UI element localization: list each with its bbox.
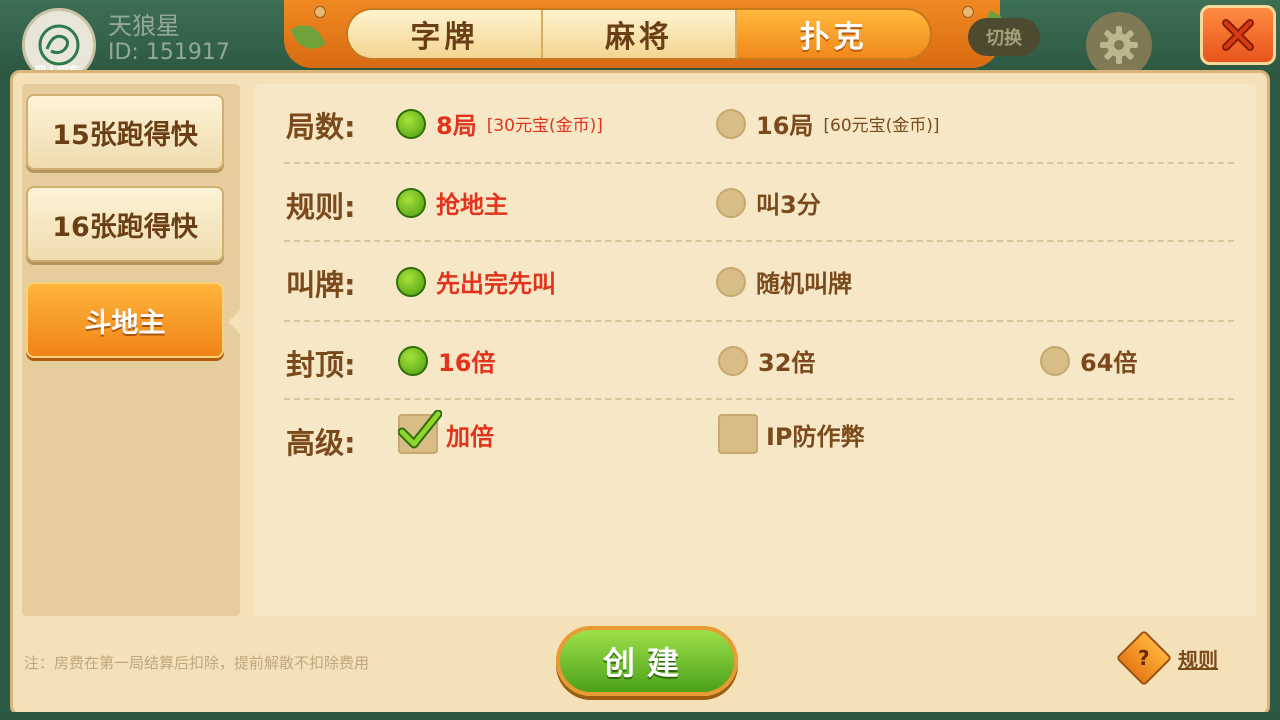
rules-option-jiao3fen[interactable]: 叫3分 [716,185,821,220]
fee-note: 注：房费在第一局结算后扣除，提前解散不扣除费用 [24,654,370,672]
game-type-tabs: 字牌 麻将 扑克 [346,8,932,60]
settings-button[interactable] [1086,12,1152,78]
option-label: 32倍 [758,349,816,377]
radio-selected[interactable] [396,108,426,139]
option-label: 加倍 [446,422,494,451]
gear-icon [1100,26,1138,64]
option-label: 叫3分 [756,191,821,219]
tab-zipai[interactable]: 字牌 [348,10,543,58]
cap-option-64[interactable]: 64倍 [1040,343,1137,378]
user-name: 天狼星 [108,12,180,40]
rules-label: 规则: [286,190,356,224]
call-option-random[interactable]: 随机叫牌 [716,264,852,299]
tab-poker[interactable]: 扑克 [737,10,930,58]
switch-button[interactable]: 切换 [968,18,1040,56]
checkmark-icon [398,410,442,449]
tab-mahjong[interactable]: 麻将 [542,10,738,58]
bolt-icon [962,6,974,18]
option-label: 抢地主 [436,191,508,219]
rounds-label: 局数: [286,110,356,144]
rules-link[interactable]: ? 规则 [1115,629,1218,687]
rounds-option-16[interactable]: 16局 [60元宝(金币)] [716,106,940,141]
row-divider [284,162,1234,164]
row-divider [284,398,1234,400]
create-button[interactable]: 创建 [556,626,738,696]
row-divider [284,320,1234,322]
advanced-option-ip-anticheat[interactable]: IP防作弊 [718,414,865,454]
close-button[interactable] [1200,5,1276,65]
rules-option-qiangdizhu[interactable]: 抢地主 [396,185,508,220]
rules-link-label[interactable]: 规则 [1178,644,1218,673]
user-id: ID: 151917 [108,40,230,65]
option-label: 先出完先叫 [436,270,556,298]
radio-unselected[interactable] [716,266,746,297]
sidebar-item-paodekuai-15[interactable]: 15张跑得快 [26,94,224,170]
radio-unselected[interactable] [1040,345,1070,376]
radio-unselected[interactable] [718,345,748,376]
option-label: 64倍 [1080,349,1138,377]
bolt-icon [314,6,326,18]
option-label: 16局 [756,112,814,140]
cap-option-32[interactable]: 32倍 [718,343,815,378]
option-label: IP防作弊 [766,422,865,451]
help-icon[interactable]: ? [1115,629,1173,687]
help-icon-glyph: ? [1138,645,1150,670]
option-label: 16倍 [438,349,496,377]
call-label: 叫牌: [286,268,356,302]
checkbox-checked[interactable] [398,410,442,454]
option-cost: [30元宝(金币)] [486,116,603,136]
radio-unselected[interactable] [716,187,746,218]
dragon-logo-icon [38,24,80,66]
sidebar-item-paodekuai-16[interactable]: 16张跑得快 [26,186,224,262]
sidebar-selection-arrow [228,308,242,336]
close-icon [1222,19,1254,51]
radio-unselected[interactable] [716,108,746,139]
sidebar-item-doudizhu[interactable]: 斗地主 [26,282,224,358]
option-cost: [60元宝(金币)] [823,116,940,136]
option-label: 随机叫牌 [756,270,852,298]
radio-selected[interactable] [396,187,426,218]
radio-selected[interactable] [396,266,426,297]
advanced-option-double[interactable]: 加倍 [398,410,494,454]
checkbox-unchecked[interactable] [718,414,758,454]
call-option-first-finish[interactable]: 先出完先叫 [396,264,556,299]
rounds-option-8[interactable]: 8局 [30元宝(金币)] [396,106,603,141]
cap-label: 封顶: [286,348,356,382]
bottom-strip [0,712,1280,720]
option-label: 8局 [436,112,477,140]
row-divider [284,240,1234,242]
advanced-label: 高级: [286,426,356,460]
radio-selected[interactable] [398,345,428,376]
cap-option-16[interactable]: 16倍 [398,343,495,378]
